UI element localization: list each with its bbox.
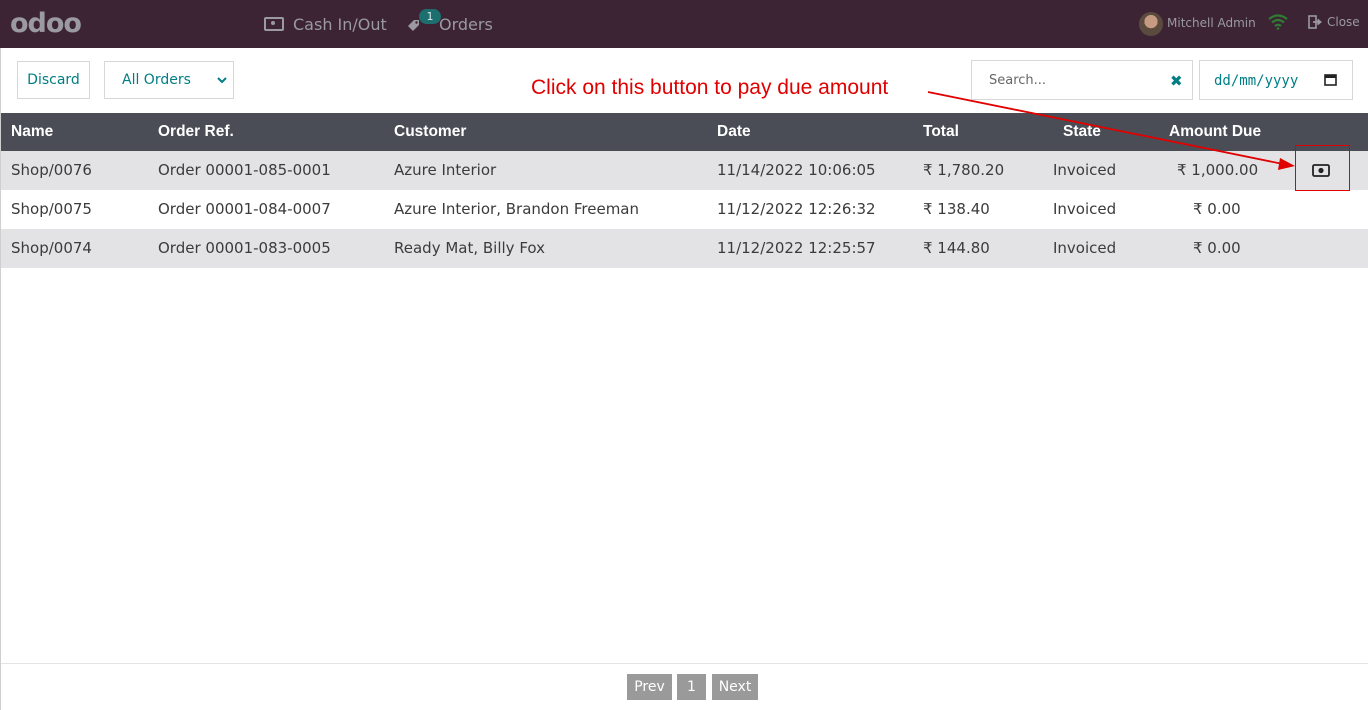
cell-total: ₹ 138.40 [923, 200, 990, 218]
cell-customer: Azure Interior, Brandon Freeman [394, 200, 640, 218]
calendar-icon[interactable] [1324, 73, 1337, 86]
wifi-icon [1268, 14, 1288, 30]
search-box[interactable]: ✖ [971, 60, 1193, 100]
column-header-name: Name [11, 123, 54, 140]
orders-button[interactable]: 1 Orders [405, 0, 493, 48]
user-avatar[interactable] [1139, 12, 1163, 36]
annotation-arrow [927, 91, 1295, 170]
column-header-order-ref: Order Ref. [158, 123, 234, 140]
discard-button[interactable]: Discard [17, 61, 90, 99]
cash-in-out-button[interactable]: Cash In/Out [264, 0, 387, 48]
prev-page-button[interactable]: Prev [627, 674, 672, 700]
column-header-date: Date [717, 123, 751, 140]
cell-date: 11/12/2022 12:25:57 [717, 239, 876, 257]
annotation-highlight-box [1295, 145, 1350, 191]
close-button[interactable]: Close [1308, 15, 1360, 29]
close-label: Close [1327, 15, 1360, 29]
cell-state: Invoiced [1053, 200, 1117, 218]
next-page-button[interactable]: Next [712, 674, 758, 700]
orders-count-badge: 1 [419, 9, 441, 24]
table-row[interactable]: Shop/0074 Order 00001-083-0005 Ready Mat… [1, 229, 1368, 268]
cell-amount-due: ₹ 0.00 [1193, 239, 1241, 257]
cell-total: ₹ 1,780.20 [923, 161, 1005, 179]
chevron-down-icon [217, 77, 227, 84]
user-name[interactable]: Mitchell Admin [1167, 16, 1256, 30]
cell-name: Shop/0074 [11, 239, 92, 257]
date-filter-field[interactable]: dd/mm/yyyy [1199, 60, 1353, 100]
cell-name: Shop/0075 [11, 200, 92, 218]
cell-order-ref: Order 00001-084-0007 [158, 200, 331, 218]
cell-name: Shop/0076 [11, 161, 92, 179]
footer-divider [1, 663, 1368, 664]
tag-icon [408, 20, 419, 31]
cell-amount-due: ₹ 1,000.00 [1177, 161, 1259, 179]
cell-state: Invoiced [1053, 161, 1117, 179]
date-placeholder: dd/mm/yyyy [1214, 73, 1299, 89]
annotation-text: Click on this button to pay due amount [531, 76, 889, 99]
orders-filter-select[interactable]: All Orders [104, 61, 234, 99]
cell-order-ref: Order 00001-083-0005 [158, 239, 331, 257]
table-row[interactable]: Shop/0076 Order 00001-085-0001 Azure Int… [1, 151, 1368, 190]
orders-filter-value: All Orders [122, 72, 191, 88]
column-header-customer: Customer [394, 123, 467, 140]
odoo-logo: odoo [10, 8, 82, 39]
cell-date: 11/14/2022 10:06:05 [717, 161, 876, 179]
orders-table: Name Order Ref. Customer Date Total Stat… [1, 113, 1368, 268]
table-header: Name Order Ref. Customer Date Total Stat… [1, 113, 1368, 151]
cell-customer: Azure Interior [394, 161, 497, 179]
orders-label: Orders [439, 14, 493, 34]
cell-total: ₹ 144.80 [923, 239, 990, 257]
column-header-state: State [1063, 123, 1101, 140]
table-row[interactable]: Shop/0075 Order 00001-084-0007 Azure Int… [1, 190, 1368, 229]
cell-order-ref: Order 00001-085-0001 [158, 161, 331, 179]
cash-in-out-label: Cash In/Out [293, 14, 387, 34]
cash-icon [264, 17, 284, 31]
column-header-amount-due: Amount Due [1169, 123, 1262, 140]
sign-out-icon [1308, 15, 1322, 29]
clear-search-icon[interactable]: ✖ [1170, 74, 1184, 89]
page-number[interactable]: 1 [677, 674, 706, 700]
cell-date: 11/12/2022 12:26:32 [717, 200, 876, 218]
cell-state: Invoiced [1053, 239, 1117, 257]
cell-amount-due: ₹ 0.00 [1193, 200, 1241, 218]
column-header-total: Total [923, 123, 959, 140]
cell-customer: Ready Mat, Billy Fox [394, 239, 546, 257]
search-input[interactable] [987, 72, 1161, 89]
top-navbar: odoo Cash In/Out 1 Orders Mitchell Admin… [0, 0, 1368, 48]
